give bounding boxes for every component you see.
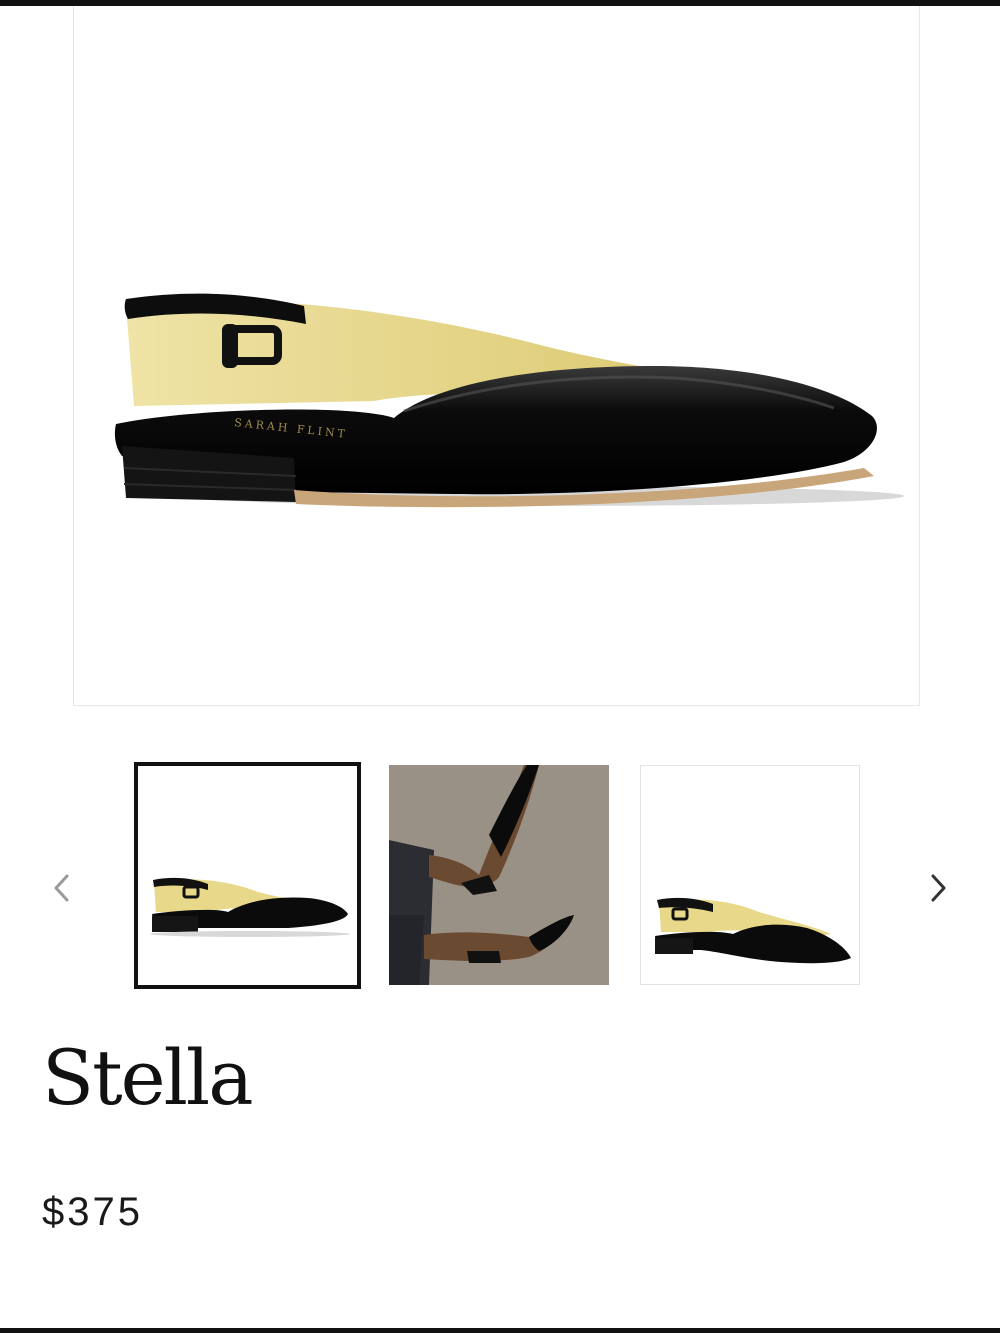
shoe-illustration: SARAH FLINT: [114, 293, 904, 508]
product-price: $375: [42, 1190, 143, 1234]
chevron-left-icon[interactable]: [42, 868, 82, 908]
bottom-bar: [0, 1328, 1000, 1333]
main-product-image[interactable]: SARAH FLINT: [73, 6, 920, 706]
thumbnail-three-quarter-view[interactable]: [640, 765, 860, 985]
thumbnail-on-model[interactable]: [389, 765, 609, 985]
thumbnail-side-view[interactable]: [134, 762, 361, 989]
chevron-right-icon[interactable]: [918, 868, 958, 908]
product-title: Stella: [42, 1033, 254, 1122]
